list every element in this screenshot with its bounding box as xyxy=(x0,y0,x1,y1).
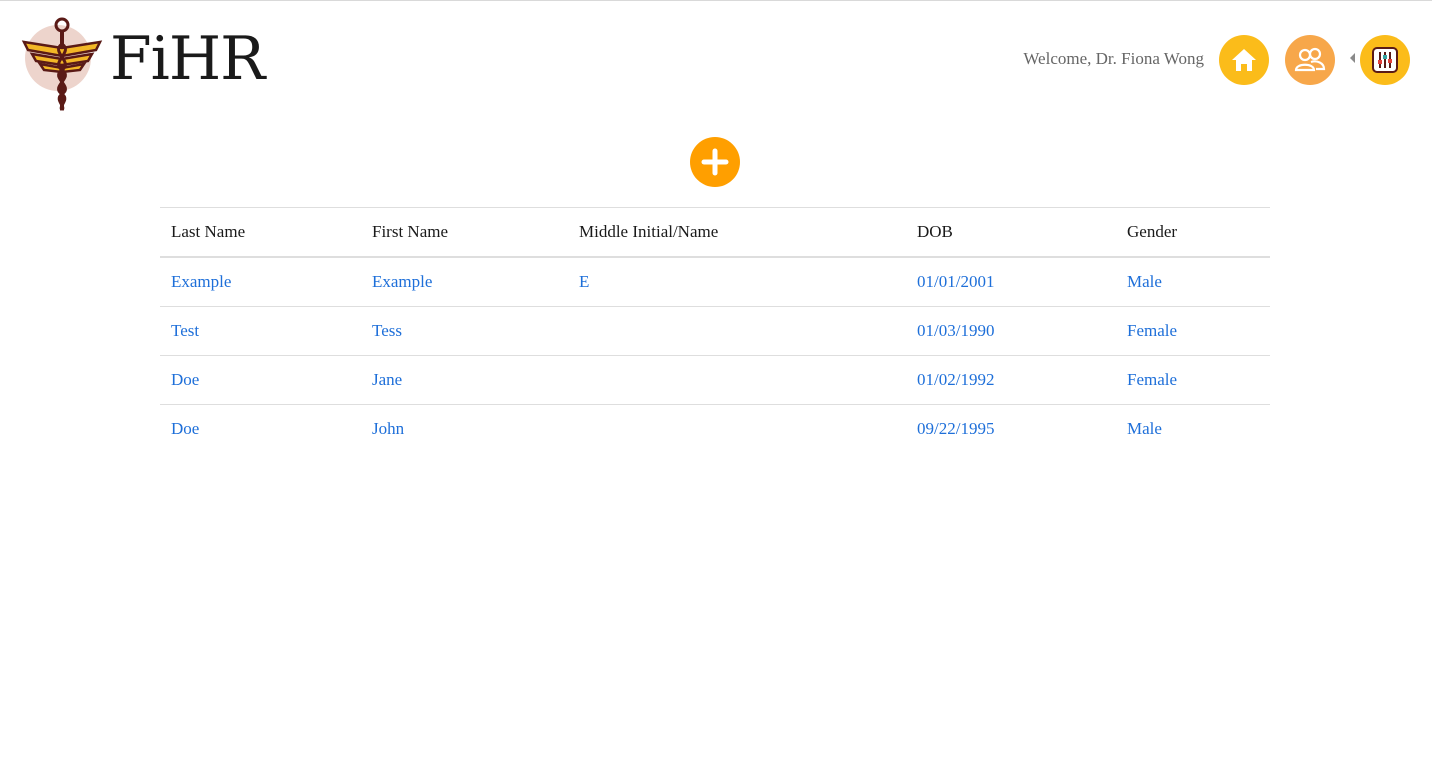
table-row[interactable]: Test Tess 01/03/1990 Female xyxy=(160,306,1270,356)
table-row[interactable]: Doe John 09/22/1995 Male xyxy=(160,405,1270,454)
cell-dob[interactable]: 01/01/2001 xyxy=(906,257,1116,307)
cell-gender[interactable]: Female xyxy=(1116,355,1270,405)
column-header-dob[interactable]: DOB xyxy=(906,207,1116,258)
cell-last-name[interactable]: Doe xyxy=(160,355,361,405)
cell-gender[interactable]: Male xyxy=(1116,405,1270,454)
table-header-row: Last Name First Name Middle Initial/Name… xyxy=(160,207,1270,258)
chevron-left-icon xyxy=(1350,53,1355,63)
people-icon xyxy=(1294,47,1326,72)
cell-dob[interactable]: 09/22/1995 xyxy=(906,405,1116,454)
top-divider xyxy=(0,0,1432,1)
cell-first-name[interactable]: Example xyxy=(361,257,568,307)
cell-first-name[interactable]: Tess xyxy=(361,306,568,356)
cell-first-name[interactable]: Jane xyxy=(361,355,568,405)
table-row[interactable]: Example Example E 01/01/2001 Male xyxy=(160,257,1270,307)
cell-middle-name[interactable] xyxy=(568,306,906,356)
app-logo[interactable]: FiHR xyxy=(14,14,265,114)
plus-icon xyxy=(701,148,729,176)
cell-gender[interactable]: Female xyxy=(1116,306,1270,356)
patients-button[interactable] xyxy=(1285,35,1335,85)
settings-button[interactable] xyxy=(1360,35,1410,85)
column-header-middle-name[interactable]: Middle Initial/Name xyxy=(568,207,906,258)
patients-table: Last Name First Name Middle Initial/Name… xyxy=(160,207,1270,453)
cell-middle-name[interactable] xyxy=(568,355,906,405)
home-button[interactable] xyxy=(1219,35,1269,85)
cell-dob[interactable]: 01/02/1992 xyxy=(906,355,1116,405)
cell-gender[interactable]: Male xyxy=(1116,257,1270,307)
column-header-first-name[interactable]: First Name xyxy=(361,207,568,258)
cell-last-name[interactable]: Doe xyxy=(160,405,361,454)
welcome-message: Welcome, Dr. Fiona Wong xyxy=(1023,49,1204,68)
cell-last-name[interactable]: Example xyxy=(160,257,361,307)
column-header-last-name[interactable]: Last Name xyxy=(160,207,361,258)
cell-last-name[interactable]: Test xyxy=(160,306,361,356)
caduceus-icon xyxy=(21,17,103,112)
table-row[interactable]: Doe Jane 01/02/1992 Female xyxy=(160,355,1270,405)
add-patient-button[interactable] xyxy=(690,137,740,187)
cell-middle-name[interactable]: E xyxy=(568,257,906,307)
cell-middle-name[interactable] xyxy=(568,405,906,454)
cell-dob[interactable]: 01/03/1990 xyxy=(906,306,1116,356)
settings-sliders-icon xyxy=(1372,47,1398,73)
app-name: FiHR xyxy=(110,24,265,94)
home-icon xyxy=(1232,49,1256,71)
cell-first-name[interactable]: John xyxy=(361,405,568,454)
column-header-gender[interactable]: Gender xyxy=(1116,207,1270,258)
